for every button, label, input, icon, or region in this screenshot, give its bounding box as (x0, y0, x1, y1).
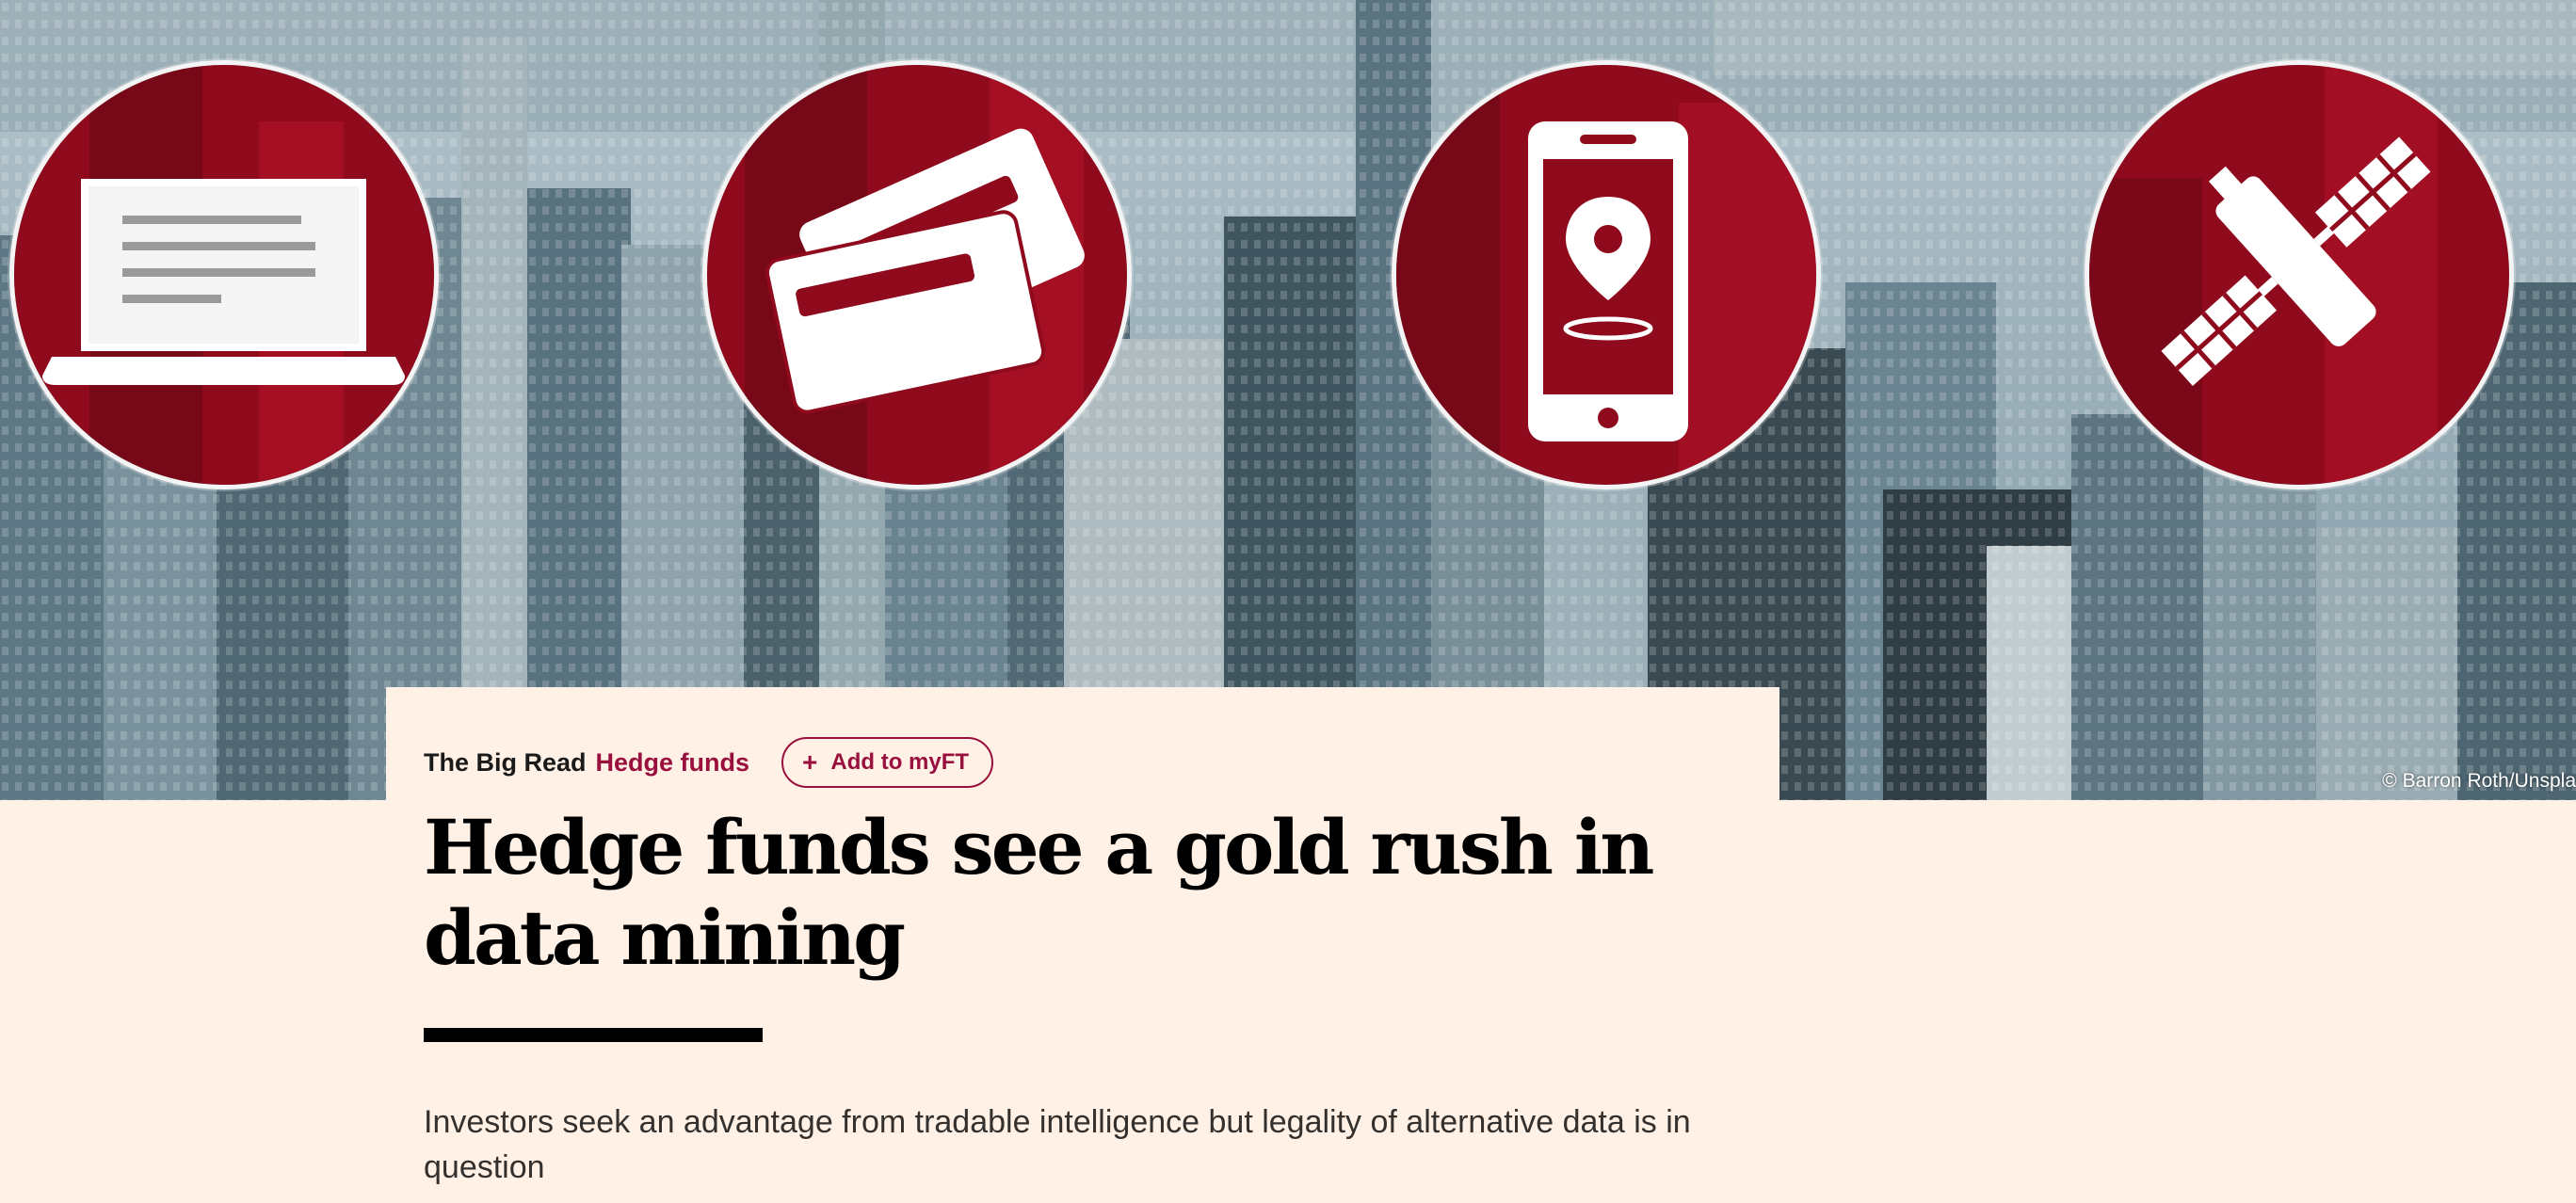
series-label: The Big Read (424, 747, 587, 777)
add-to-myft-label: Add to myFT (830, 749, 970, 775)
smartphone-badge (1392, 60, 1821, 489)
article-header: The Big Read Hedge funds + Add to myFT H… (386, 687, 1779, 1203)
laptop-icon (14, 65, 434, 485)
plus-icon: + (802, 747, 818, 777)
headline-rule (424, 1028, 763, 1042)
image-credit: © Barron Roth/Unspla (2382, 770, 2576, 792)
satellite-icon (2089, 65, 2509, 485)
credit-card-badge (702, 60, 1132, 489)
credit-card-icon (707, 65, 1127, 485)
page-title: Hedge funds see a gold rush in data mini… (424, 803, 1654, 982)
smartphone-location-icon (1396, 65, 1816, 485)
laptop-badge (9, 60, 439, 489)
standfirst: Investors seek an advantage from tradabl… (424, 1104, 1691, 1185)
topic-link[interactable]: Hedge funds (596, 748, 750, 778)
satellite-badge (2085, 60, 2514, 489)
hero-image: © Barron Roth/Unspla (0, 0, 2576, 800)
add-to-myft-button[interactable]: + Add to myFT (781, 737, 994, 788)
article-meta: The Big Read Hedge funds + Add to myFT (424, 736, 994, 789)
